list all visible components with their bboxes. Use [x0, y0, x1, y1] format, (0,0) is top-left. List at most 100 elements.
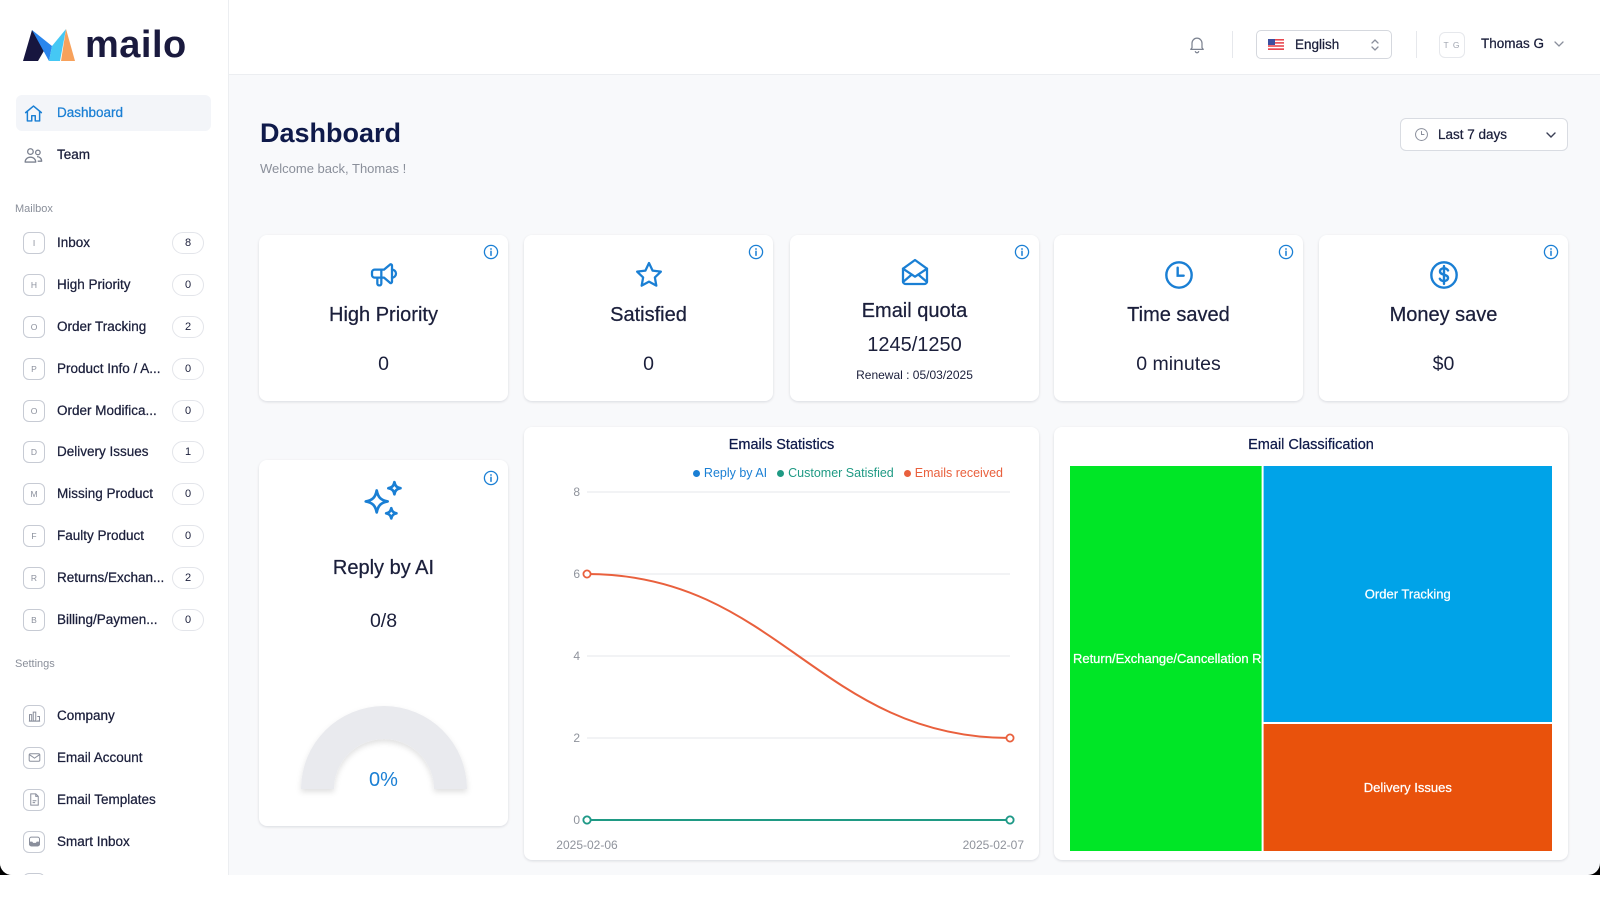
- page-title: Dashboard: [260, 118, 402, 148]
- legend-item-reply-by-ai[interactable]: Reply by AI: [692, 465, 768, 481]
- data-point-emails-received[interactable]: [1005, 733, 1015, 743]
- legend-item-customer-satisfied[interactable]: Customer Satisfied: [777, 465, 894, 481]
- y-tick-label: 4: [573, 649, 580, 663]
- sidebar-item-inbox[interactable]: I Inbox 8: [0, 222, 228, 264]
- folder-letter-icon: M: [23, 483, 45, 506]
- legend-item-emails-received[interactable]: Emails received: [903, 465, 1003, 481]
- folder-letter-icon: I: [23, 232, 45, 254]
- info-icon[interactable]: [483, 244, 499, 260]
- sidebar-item-smart-inbox[interactable]: Smart Inbox: [0, 821, 228, 863]
- sidebar-item-order-tracking[interactable]: O Order Tracking 2: [0, 306, 228, 348]
- sidebar: mailo Dashboard Team Mailbox I Inbox 8 H: [0, 0, 229, 875]
- folder-label: High Priority: [57, 276, 131, 292]
- chevron-down-icon[interactable]: [1553, 39, 1565, 49]
- info-icon[interactable]: [1014, 244, 1030, 260]
- gauge-percent-label: 0%: [369, 769, 398, 791]
- data-point-customer-satisfied[interactable]: [582, 815, 592, 825]
- folder-count-badge: 0: [172, 483, 204, 506]
- folder-count-badge: 8: [172, 232, 204, 254]
- stat-card-high-priority: High Priority 0: [259, 235, 508, 401]
- sidebar-item-partially-hidden[interactable]: [0, 863, 228, 875]
- stat-value: 0: [643, 353, 654, 375]
- app-window: mailo Dashboard Team Mailbox I Inbox 8 H: [0, 0, 1600, 875]
- dollar-icon: [1429, 261, 1458, 289]
- folder-label: Delivery Issues: [57, 444, 149, 460]
- sidebar-item-product-info[interactable]: P Product Info / A... 0: [0, 348, 228, 390]
- y-tick-label: 0: [573, 813, 580, 827]
- date-range-select[interactable]: Last 7 days: [1400, 118, 1568, 151]
- folder-count-badge: 0: [172, 399, 204, 422]
- logo-text: mailo: [85, 24, 187, 66]
- page-subtitle: Welcome back, Thomas !: [260, 161, 407, 176]
- mailo-logo-icon[interactable]: [23, 29, 75, 61]
- chevron-updown-icon: [1371, 39, 1379, 51]
- folder-letter-icon: F: [23, 525, 45, 548]
- folder-count-badge: 0: [172, 357, 204, 380]
- stat-title: Time saved: [1127, 304, 1230, 326]
- sidebar-item-team[interactable]: Team: [16, 137, 211, 173]
- folder-count-badge: 2: [172, 567, 204, 590]
- settings-item-icon: [23, 872, 45, 875]
- folder-letter-icon: D: [23, 441, 45, 464]
- info-icon[interactable]: [1278, 244, 1294, 260]
- avatar[interactable]: T G: [1439, 32, 1465, 58]
- y-tick-label: 8: [573, 485, 580, 499]
- folder-letter-icon: H: [23, 273, 45, 296]
- sidebar-item-faulty-product[interactable]: F Faulty Product 0: [0, 515, 228, 557]
- stat-title: Email quota: [861, 300, 968, 322]
- folder-letter-icon: R: [23, 567, 45, 590]
- stat-card-time-saved: Time saved 0 minutes: [1054, 235, 1303, 401]
- folder-label: Faulty Product: [57, 528, 145, 544]
- app-content: mailo Dashboard Team Mailbox I Inbox 8 H: [0, 0, 1600, 875]
- sidebar-item-order-modification[interactable]: O Order Modifica... 0: [0, 390, 228, 432]
- stat-card-satisfied: Satisfied 0: [524, 235, 773, 401]
- clock-icon: [1164, 261, 1193, 289]
- top-header: [229, 0, 1600, 75]
- sidebar-item-high-priority[interactable]: H High Priority 0: [0, 264, 228, 306]
- sidebar-item-email-templates[interactable]: Email Templates: [0, 779, 228, 821]
- folder-label: Missing Product: [57, 486, 154, 502]
- quota-renewal-date: Renewal : 05/03/2025: [856, 368, 973, 382]
- stat-card-email-quota: Email quota 1245/1250 Renewal : 05/03/20…: [790, 235, 1039, 401]
- header-divider: [1232, 31, 1233, 58]
- emails-statistics-card: Emails Statistics 0 2 4 6 8 2025-02-06 2025-02…: [524, 427, 1039, 860]
- megaphone-icon: [370, 263, 397, 287]
- company-icon: [23, 705, 45, 727]
- data-point-emails-received[interactable]: [582, 569, 592, 579]
- sidebar-item-returns-exchanges[interactable]: R Returns/Exchan... 2: [0, 557, 228, 599]
- legend-label: Reply by AI: [703, 466, 768, 480]
- folder-label: Order Modifica...: [57, 402, 157, 418]
- sidebar-item-email-account[interactable]: Email Account: [0, 737, 228, 779]
- user-name[interactable]: Thomas G: [1481, 36, 1544, 52]
- folder-count-badge: 0: [172, 609, 204, 632]
- folder-count-badge: 0: [172, 525, 204, 548]
- stat-value: $0: [1432, 353, 1455, 375]
- folder-letter-icon: O: [23, 315, 45, 338]
- y-tick-label: 6: [573, 567, 580, 581]
- sidebar-item-billing-payment[interactable]: B Billing/Paymen... 0: [0, 599, 228, 641]
- folder-count-badge: 1: [172, 441, 204, 464]
- reply-by-ai-card: Reply by AI 0/8 0%: [259, 460, 508, 826]
- mail-open-icon: [901, 258, 928, 286]
- folder-count-badge: 2: [172, 315, 204, 338]
- settings-label: Smart Inbox: [57, 833, 130, 849]
- info-icon[interactable]: [748, 244, 764, 260]
- language-select[interactable]: English: [1256, 30, 1392, 59]
- mailbox-heading: Mailbox: [15, 203, 53, 215]
- x-tick-label: 2025-02-07: [963, 838, 1025, 852]
- y-tick-label: 2: [573, 731, 580, 745]
- settings-heading: Settings: [15, 658, 55, 670]
- stat-value: 1245/1250: [867, 334, 962, 356]
- bell-icon[interactable]: [1187, 34, 1207, 54]
- info-icon[interactable]: [1543, 244, 1559, 260]
- folder-letter-icon: P: [23, 357, 45, 380]
- sidebar-item-missing-product[interactable]: M Missing Product 0: [0, 473, 228, 515]
- settings-label: Email Account: [57, 749, 143, 765]
- data-point-customer-satisfied[interactable]: [1005, 815, 1015, 825]
- sidebar-item-company[interactable]: Company: [0, 695, 228, 737]
- chart-legend: Reply by AI Customer Satisfied Emails re…: [692, 465, 1003, 481]
- settings-list: Company Email Account Email Templates Sm…: [0, 695, 228, 875]
- sidebar-item-delivery-issues[interactable]: D Delivery Issues 1: [0, 431, 228, 473]
- sidebar-item-label: Team: [57, 147, 91, 162]
- sidebar-item-dashboard[interactable]: Dashboard: [16, 95, 211, 131]
